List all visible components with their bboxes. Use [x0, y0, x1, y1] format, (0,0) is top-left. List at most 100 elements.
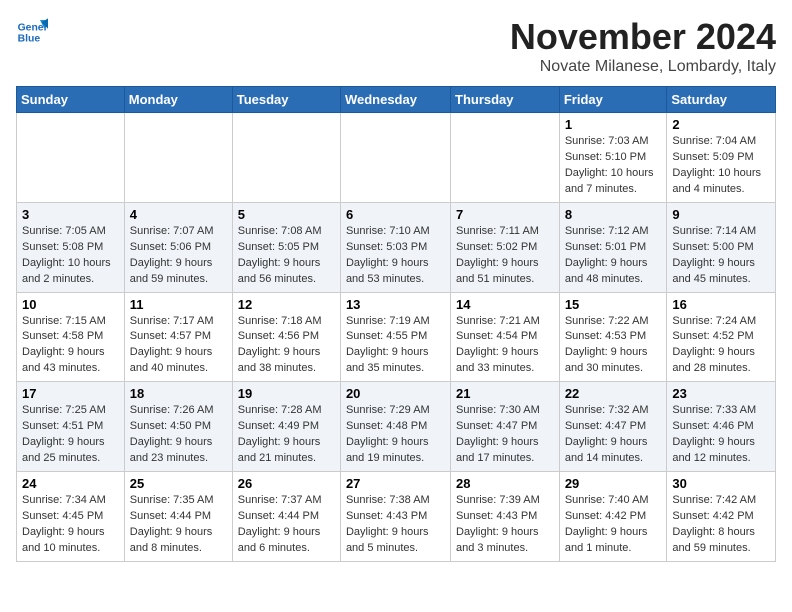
- title-area: November 2024 Novate Milanese, Lombardy,…: [510, 16, 776, 76]
- calendar-header-cell: Thursday: [451, 87, 560, 113]
- calendar-cell: 18 Sunrise: 7:26 AM Sunset: 4:50 PM Dayli…: [124, 382, 232, 472]
- day-number: 29: [565, 476, 662, 491]
- logo-icon: General Blue: [16, 16, 48, 48]
- calendar-cell: 30 Sunrise: 7:42 AM Sunset: 4:42 PM Dayli…: [667, 472, 776, 562]
- calendar-header-cell: Saturday: [667, 87, 776, 113]
- calendar-cell: 11Sunrise: 7:17 AM Sunset: 4:57 PM Dayli…: [124, 292, 232, 382]
- day-info: Sunrise: 7:39 AM Sunset: 4:43 PM Dayligh…: [456, 493, 554, 557]
- day-number: 10: [22, 297, 119, 312]
- day-number: 17: [22, 386, 119, 401]
- calendar-cell: 1 Sunrise: 7:03 AM Sunset: 5:10 PM Daylig…: [559, 113, 667, 203]
- calendar-cell: 16 Sunrise: 7:24 AM Sunset: 4:52 PM Dayli…: [667, 292, 776, 382]
- day-info: Sunrise: 7:17 AM Sunset: 4:57 PM Dayligh…: [130, 314, 227, 378]
- calendar-cell: 17 Sunrise: 7:25 AM Sunset: 4:51 PM Dayli…: [17, 382, 125, 472]
- day-info: Sunrise: 7:24 AM Sunset: 4:52 PM Dayligh…: [672, 314, 770, 378]
- day-info: Sunrise: 7:25 AM Sunset: 4:51 PM Dayligh…: [22, 403, 119, 467]
- day-info: Sunrise: 7:14 AM Sunset: 5:00 PM Dayligh…: [672, 224, 770, 288]
- logo: General Blue: [16, 16, 48, 48]
- day-number: 15: [565, 297, 662, 312]
- calendar-week-row: 17 Sunrise: 7:25 AM Sunset: 4:51 PM Dayli…: [17, 382, 776, 472]
- day-info: Sunrise: 7:33 AM Sunset: 4:46 PM Dayligh…: [672, 403, 770, 467]
- day-info: Sunrise: 7:12 AM Sunset: 5:01 PM Dayligh…: [565, 224, 662, 288]
- day-info: Sunrise: 7:32 AM Sunset: 4:47 PM Dayligh…: [565, 403, 662, 467]
- day-number: 1: [565, 117, 662, 132]
- calendar-header-cell: Friday: [559, 87, 667, 113]
- day-info: Sunrise: 7:22 AM Sunset: 4:53 PM Dayligh…: [565, 314, 662, 378]
- day-number: 9: [672, 207, 770, 222]
- calendar-table: SundayMondayTuesdayWednesdayThursdayFrid…: [16, 86, 776, 562]
- day-info: Sunrise: 7:15 AM Sunset: 4:58 PM Dayligh…: [22, 314, 119, 378]
- calendar-cell: [124, 113, 232, 203]
- day-info: Sunrise: 7:40 AM Sunset: 4:42 PM Dayligh…: [565, 493, 662, 557]
- day-info: Sunrise: 7:07 AM Sunset: 5:06 PM Dayligh…: [130, 224, 227, 288]
- day-number: 2: [672, 117, 770, 132]
- calendar-cell: 19Sunrise: 7:28 AM Sunset: 4:49 PM Dayli…: [232, 382, 340, 472]
- calendar-body: 1 Sunrise: 7:03 AM Sunset: 5:10 PM Daylig…: [17, 113, 776, 562]
- calendar-cell: 4Sunrise: 7:07 AM Sunset: 5:06 PM Daylig…: [124, 202, 232, 292]
- day-number: 14: [456, 297, 554, 312]
- day-number: 25: [130, 476, 227, 491]
- calendar-cell: 13 Sunrise: 7:19 AM Sunset: 4:55 PM Dayli…: [340, 292, 450, 382]
- day-info: Sunrise: 7:37 AM Sunset: 4:44 PM Dayligh…: [238, 493, 335, 557]
- day-number: 5: [238, 207, 335, 222]
- calendar-header-cell: Tuesday: [232, 87, 340, 113]
- day-info: Sunrise: 7:11 AM Sunset: 5:02 PM Dayligh…: [456, 224, 554, 288]
- calendar-cell: 2Sunrise: 7:04 AM Sunset: 5:09 PM Daylig…: [667, 113, 776, 203]
- calendar-cell: 8 Sunrise: 7:12 AM Sunset: 5:01 PM Daylig…: [559, 202, 667, 292]
- calendar-week-row: 1 Sunrise: 7:03 AM Sunset: 5:10 PM Daylig…: [17, 113, 776, 203]
- calendar-cell: 26Sunrise: 7:37 AM Sunset: 4:44 PM Dayli…: [232, 472, 340, 562]
- calendar-week-row: 24 Sunrise: 7:34 AM Sunset: 4:45 PM Dayli…: [17, 472, 776, 562]
- day-info: Sunrise: 7:29 AM Sunset: 4:48 PM Dayligh…: [346, 403, 445, 467]
- day-number: 28: [456, 476, 554, 491]
- day-info: Sunrise: 7:42 AM Sunset: 4:42 PM Dayligh…: [672, 493, 770, 557]
- calendar-cell: 24 Sunrise: 7:34 AM Sunset: 4:45 PM Dayli…: [17, 472, 125, 562]
- day-number: 16: [672, 297, 770, 312]
- calendar-cell: 22 Sunrise: 7:32 AM Sunset: 4:47 PM Dayli…: [559, 382, 667, 472]
- calendar-cell: 21 Sunrise: 7:30 AM Sunset: 4:47 PM Dayli…: [451, 382, 560, 472]
- calendar-cell: 23 Sunrise: 7:33 AM Sunset: 4:46 PM Dayli…: [667, 382, 776, 472]
- day-number: 8: [565, 207, 662, 222]
- day-number: 20: [346, 386, 445, 401]
- day-info: Sunrise: 7:38 AM Sunset: 4:43 PM Dayligh…: [346, 493, 445, 557]
- calendar-cell: 25Sunrise: 7:35 AM Sunset: 4:44 PM Dayli…: [124, 472, 232, 562]
- day-info: Sunrise: 7:18 AM Sunset: 4:56 PM Dayligh…: [238, 314, 335, 378]
- day-number: 30: [672, 476, 770, 491]
- page-header: General Blue November 2024 Novate Milane…: [16, 16, 776, 76]
- day-info: Sunrise: 7:28 AM Sunset: 4:49 PM Dayligh…: [238, 403, 335, 467]
- day-number: 23: [672, 386, 770, 401]
- calendar-header-row: SundayMondayTuesdayWednesdayThursdayFrid…: [17, 87, 776, 113]
- calendar-cell: 7 Sunrise: 7:11 AM Sunset: 5:02 PM Daylig…: [451, 202, 560, 292]
- calendar-cell: [17, 113, 125, 203]
- day-number: 6: [346, 207, 445, 222]
- calendar-cell: 15 Sunrise: 7:22 AM Sunset: 4:53 PM Dayli…: [559, 292, 667, 382]
- calendar-cell: 10 Sunrise: 7:15 AM Sunset: 4:58 PM Dayli…: [17, 292, 125, 382]
- day-number: 24: [22, 476, 119, 491]
- location-subtitle: Novate Milanese, Lombardy, Italy: [510, 58, 776, 76]
- day-info: Sunrise: 7:34 AM Sunset: 4:45 PM Dayligh…: [22, 493, 119, 557]
- day-info: Sunrise: 7:30 AM Sunset: 4:47 PM Dayligh…: [456, 403, 554, 467]
- day-info: Sunrise: 7:19 AM Sunset: 4:55 PM Dayligh…: [346, 314, 445, 378]
- calendar-header-cell: Monday: [124, 87, 232, 113]
- svg-text:Blue: Blue: [18, 34, 41, 45]
- day-number: 13: [346, 297, 445, 312]
- calendar-cell: [451, 113, 560, 203]
- calendar-header-cell: Wednesday: [340, 87, 450, 113]
- day-info: Sunrise: 7:03 AM Sunset: 5:10 PM Dayligh…: [565, 134, 662, 198]
- calendar-cell: 14 Sunrise: 7:21 AM Sunset: 4:54 PM Dayli…: [451, 292, 560, 382]
- calendar-cell: 5Sunrise: 7:08 AM Sunset: 5:05 PM Daylig…: [232, 202, 340, 292]
- calendar-cell: [340, 113, 450, 203]
- month-title: November 2024: [510, 16, 776, 58]
- day-number: 22: [565, 386, 662, 401]
- day-number: 21: [456, 386, 554, 401]
- day-number: 18: [130, 386, 227, 401]
- calendar-week-row: 10 Sunrise: 7:15 AM Sunset: 4:58 PM Dayli…: [17, 292, 776, 382]
- day-number: 3: [22, 207, 119, 222]
- calendar-header-cell: Sunday: [17, 87, 125, 113]
- day-number: 7: [456, 207, 554, 222]
- calendar-cell: [232, 113, 340, 203]
- calendar-cell: 29 Sunrise: 7:40 AM Sunset: 4:42 PM Dayli…: [559, 472, 667, 562]
- day-info: Sunrise: 7:26 AM Sunset: 4:50 PM Dayligh…: [130, 403, 227, 467]
- day-info: Sunrise: 7:10 AM Sunset: 5:03 PM Dayligh…: [346, 224, 445, 288]
- calendar-cell: 27Sunrise: 7:38 AM Sunset: 4:43 PM Dayli…: [340, 472, 450, 562]
- day-info: Sunrise: 7:21 AM Sunset: 4:54 PM Dayligh…: [456, 314, 554, 378]
